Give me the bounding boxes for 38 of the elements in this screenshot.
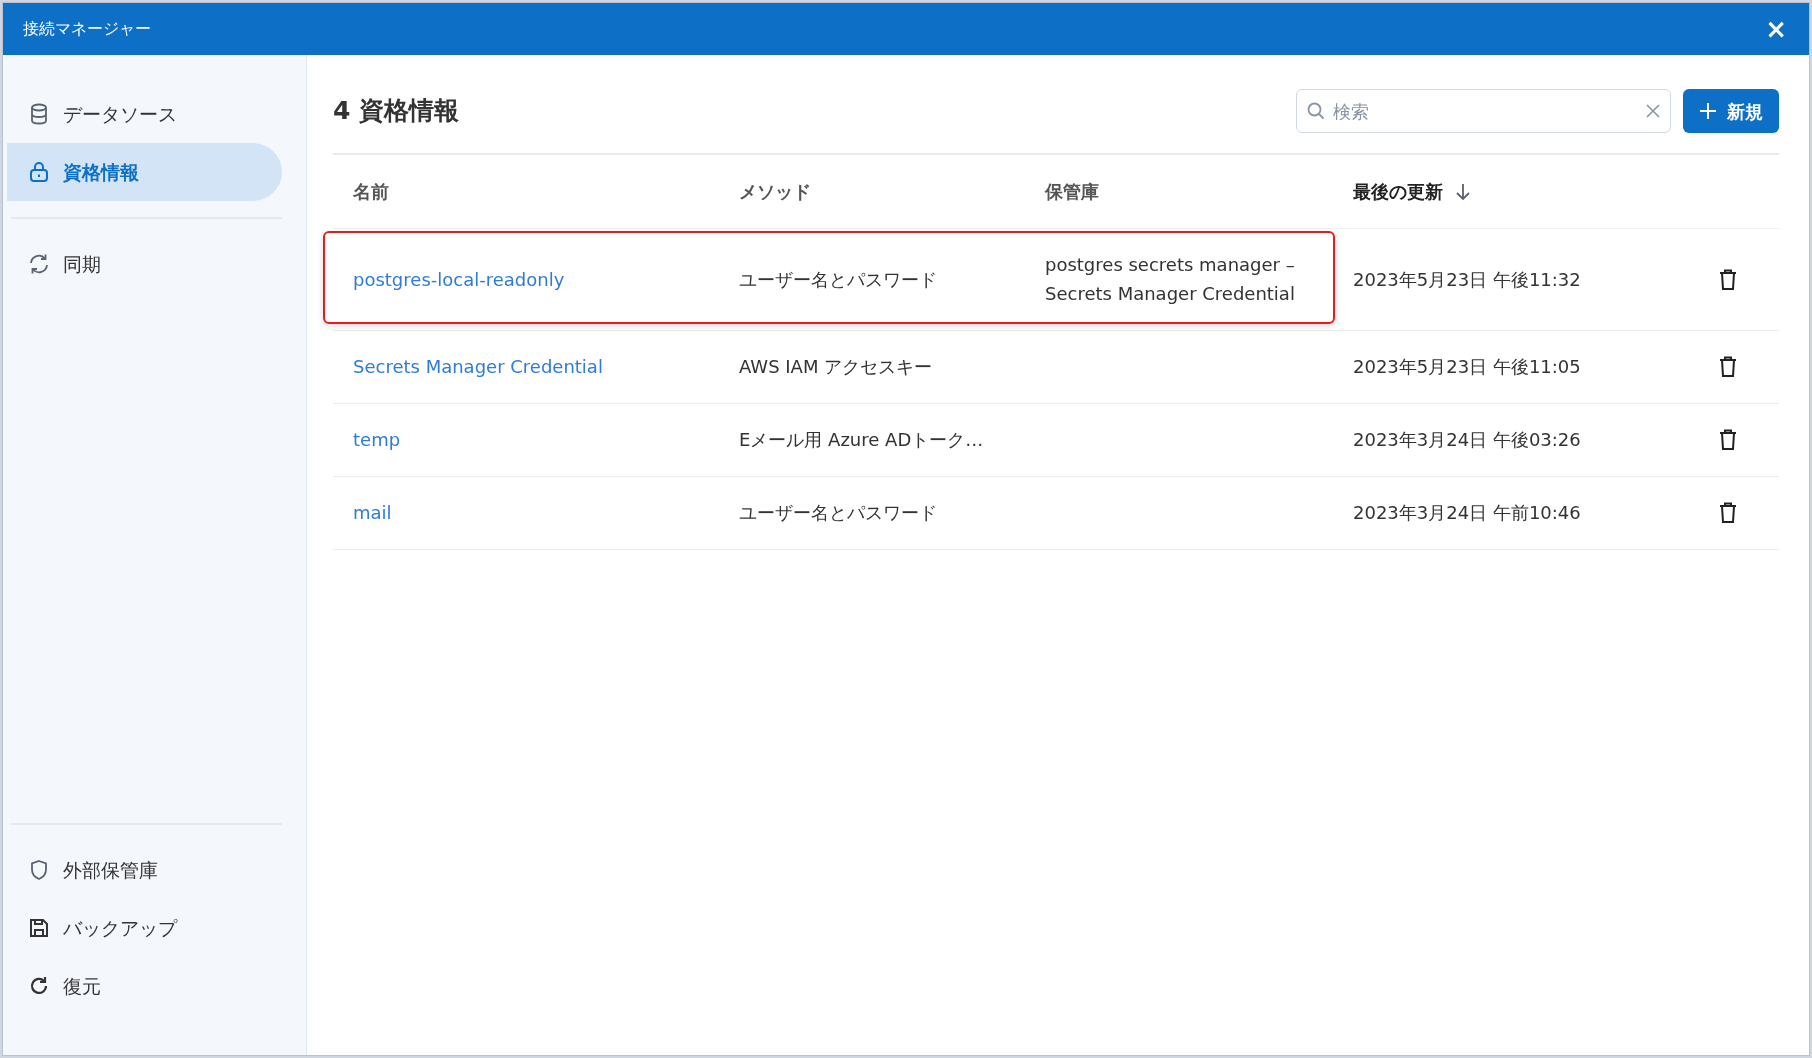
column-header[interactable]: 最後の更新: [1353, 181, 1443, 202]
updated-cell: 2023年3月24日 午後03:26: [1353, 429, 1581, 451]
credential-link[interactable]: postgres-local-readonly: [353, 268, 565, 290]
column-header[interactable]: 名前: [353, 181, 389, 202]
method-cell: ユーザー名とパスワード: [739, 502, 937, 524]
sidebar-item[interactable]: 復元: [7, 957, 282, 1015]
plus-icon: [1699, 102, 1717, 120]
sidebar-item[interactable]: 資格情報: [7, 143, 282, 201]
window-title: 接続マネージャー: [23, 18, 151, 40]
updated-cell: 2023年5月23日 午後11:05: [1353, 356, 1581, 378]
column-header[interactable]: 保管庫: [1045, 181, 1099, 202]
updated-cell: 2023年5月23日 午後11:32: [1353, 268, 1581, 290]
sidebar-item[interactable]: 外部保管庫: [7, 841, 282, 899]
sidebar-item[interactable]: バックアップ: [7, 899, 282, 957]
sidebar-item[interactable]: 同期: [7, 235, 282, 293]
floppy-icon: [27, 916, 51, 940]
sidebar-item[interactable]: データソース: [7, 85, 282, 143]
credential-link[interactable]: Secrets Manager Credential: [353, 356, 603, 378]
delete-button[interactable]: [1719, 500, 1737, 526]
sort-down-icon[interactable]: [1455, 183, 1472, 201]
page-title: 4 資格情報: [333, 96, 460, 126]
method-cell: AWS IAM アクセスキー: [739, 356, 933, 378]
credential-link[interactable]: temp: [353, 429, 401, 451]
search-field[interactable]: 検索: [1296, 89, 1671, 133]
credential-link[interactable]: mail: [353, 502, 392, 524]
updated-cell: 2023年3月24日 午前10:46: [1353, 502, 1581, 524]
method-cell: Eメール用 Azure ADトーク…: [739, 429, 984, 451]
clear-icon[interactable]: [1646, 104, 1660, 118]
search-icon: [1307, 102, 1325, 120]
delete-button[interactable]: [1719, 354, 1737, 380]
lock-icon: [27, 160, 51, 184]
new-button[interactable]: 新規: [1683, 89, 1779, 133]
method-cell: ユーザー名とパスワード: [739, 268, 937, 290]
column-header[interactable]: メソッド: [739, 181, 811, 202]
sync-icon: [27, 252, 51, 276]
close-button[interactable]: ×: [1763, 16, 1789, 42]
vault-cell: postgres secrets manager – Secrets Manager Credential: [1045, 253, 1295, 304]
delete-button[interactable]: [1719, 427, 1737, 453]
